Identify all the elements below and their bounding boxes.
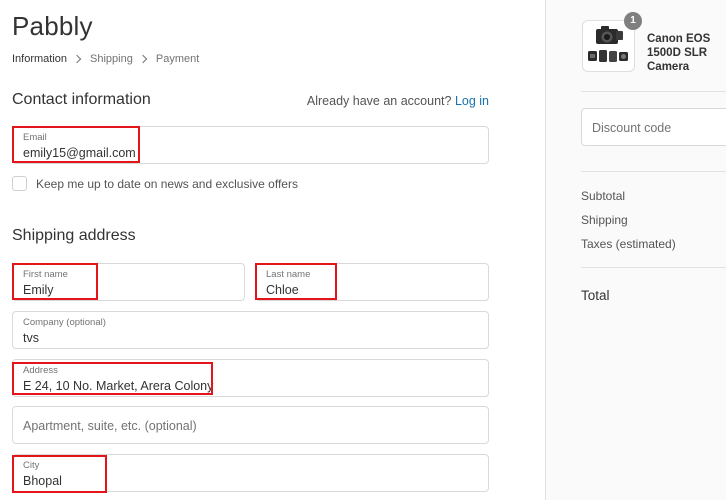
summary-divider xyxy=(581,171,726,172)
summary-divider xyxy=(581,91,726,92)
product-name: Canon EOS 1500D SLR Camera xyxy=(647,33,711,73)
company-label: Company (optional) xyxy=(23,317,106,328)
city-label: City xyxy=(23,460,40,471)
email-label: Email xyxy=(23,132,47,143)
order-summary-panel: 1 Canon EOS 1500D SLR Camera Discount co… xyxy=(545,0,726,500)
newsletter-label[interactable]: Keep me up to date on news and exclusive… xyxy=(36,177,298,191)
city-value: Bhopal xyxy=(23,474,62,488)
shipping-label: Shipping xyxy=(581,213,628,227)
company-field[interactable]: Company (optional) tvs xyxy=(12,311,489,349)
newsletter-option: Keep me up to date on news and exclusive… xyxy=(12,176,298,191)
first-name-value: Emily xyxy=(23,283,54,297)
last-name-label: Last name xyxy=(266,269,311,280)
login-prompt: Already have an account? xyxy=(306,94,452,108)
address-value: E 24, 10 No. Market, Arera Colony xyxy=(23,379,214,393)
breadcrumb: Information Shipping Payment xyxy=(12,53,199,65)
email-value: emily15@gmail.com xyxy=(23,146,136,160)
product-thumbnail: 1 xyxy=(582,12,642,72)
camera-icon xyxy=(588,26,628,62)
checkout-main-panel: Pabbly Information Shipping Payment Cont… xyxy=(0,0,545,500)
quantity-badge: 1 xyxy=(624,12,642,30)
breadcrumb-payment[interactable]: Payment xyxy=(156,53,199,65)
subtotal-label: Subtotal xyxy=(581,189,626,203)
total-label: Total xyxy=(581,288,610,303)
email-field[interactable]: Email emily15@gmail.com xyxy=(12,126,489,164)
shipping-section-title: Shipping address xyxy=(12,227,136,244)
company-value: tvs xyxy=(23,331,39,345)
login-hint: Already have an account? Log in xyxy=(307,94,489,108)
contact-section-title: Contact information xyxy=(12,91,151,108)
address-field[interactable]: Address E 24, 10 No. Market, Arera Colon… xyxy=(12,359,489,397)
breadcrumb-shipping[interactable]: Shipping xyxy=(90,53,133,65)
discount-placeholder: Discount code xyxy=(592,121,672,135)
first-name-field[interactable]: First name Emily xyxy=(12,263,245,301)
address-label: Address xyxy=(23,365,58,376)
newsletter-checkbox[interactable] xyxy=(12,176,27,191)
city-field[interactable]: City Bhopal xyxy=(12,454,489,492)
store-logo[interactable]: Pabbly xyxy=(12,11,93,42)
taxes-label: Taxes (estimated) xyxy=(581,237,676,251)
breadcrumb-information[interactable]: Information xyxy=(12,53,67,65)
login-link[interactable]: Log in xyxy=(455,94,489,108)
last-name-value: Chloe xyxy=(266,283,299,297)
last-name-field[interactable]: Last name Chloe xyxy=(255,263,489,301)
chevron-right-icon xyxy=(138,54,148,64)
first-name-label: First name xyxy=(23,269,68,280)
apartment-field[interactable]: Apartment, suite, etc. (optional) xyxy=(12,406,489,444)
apartment-placeholder: Apartment, suite, etc. (optional) xyxy=(23,419,197,433)
summary-divider xyxy=(581,267,726,268)
discount-code-input[interactable]: Discount code xyxy=(581,108,726,146)
chevron-right-icon xyxy=(72,54,82,64)
